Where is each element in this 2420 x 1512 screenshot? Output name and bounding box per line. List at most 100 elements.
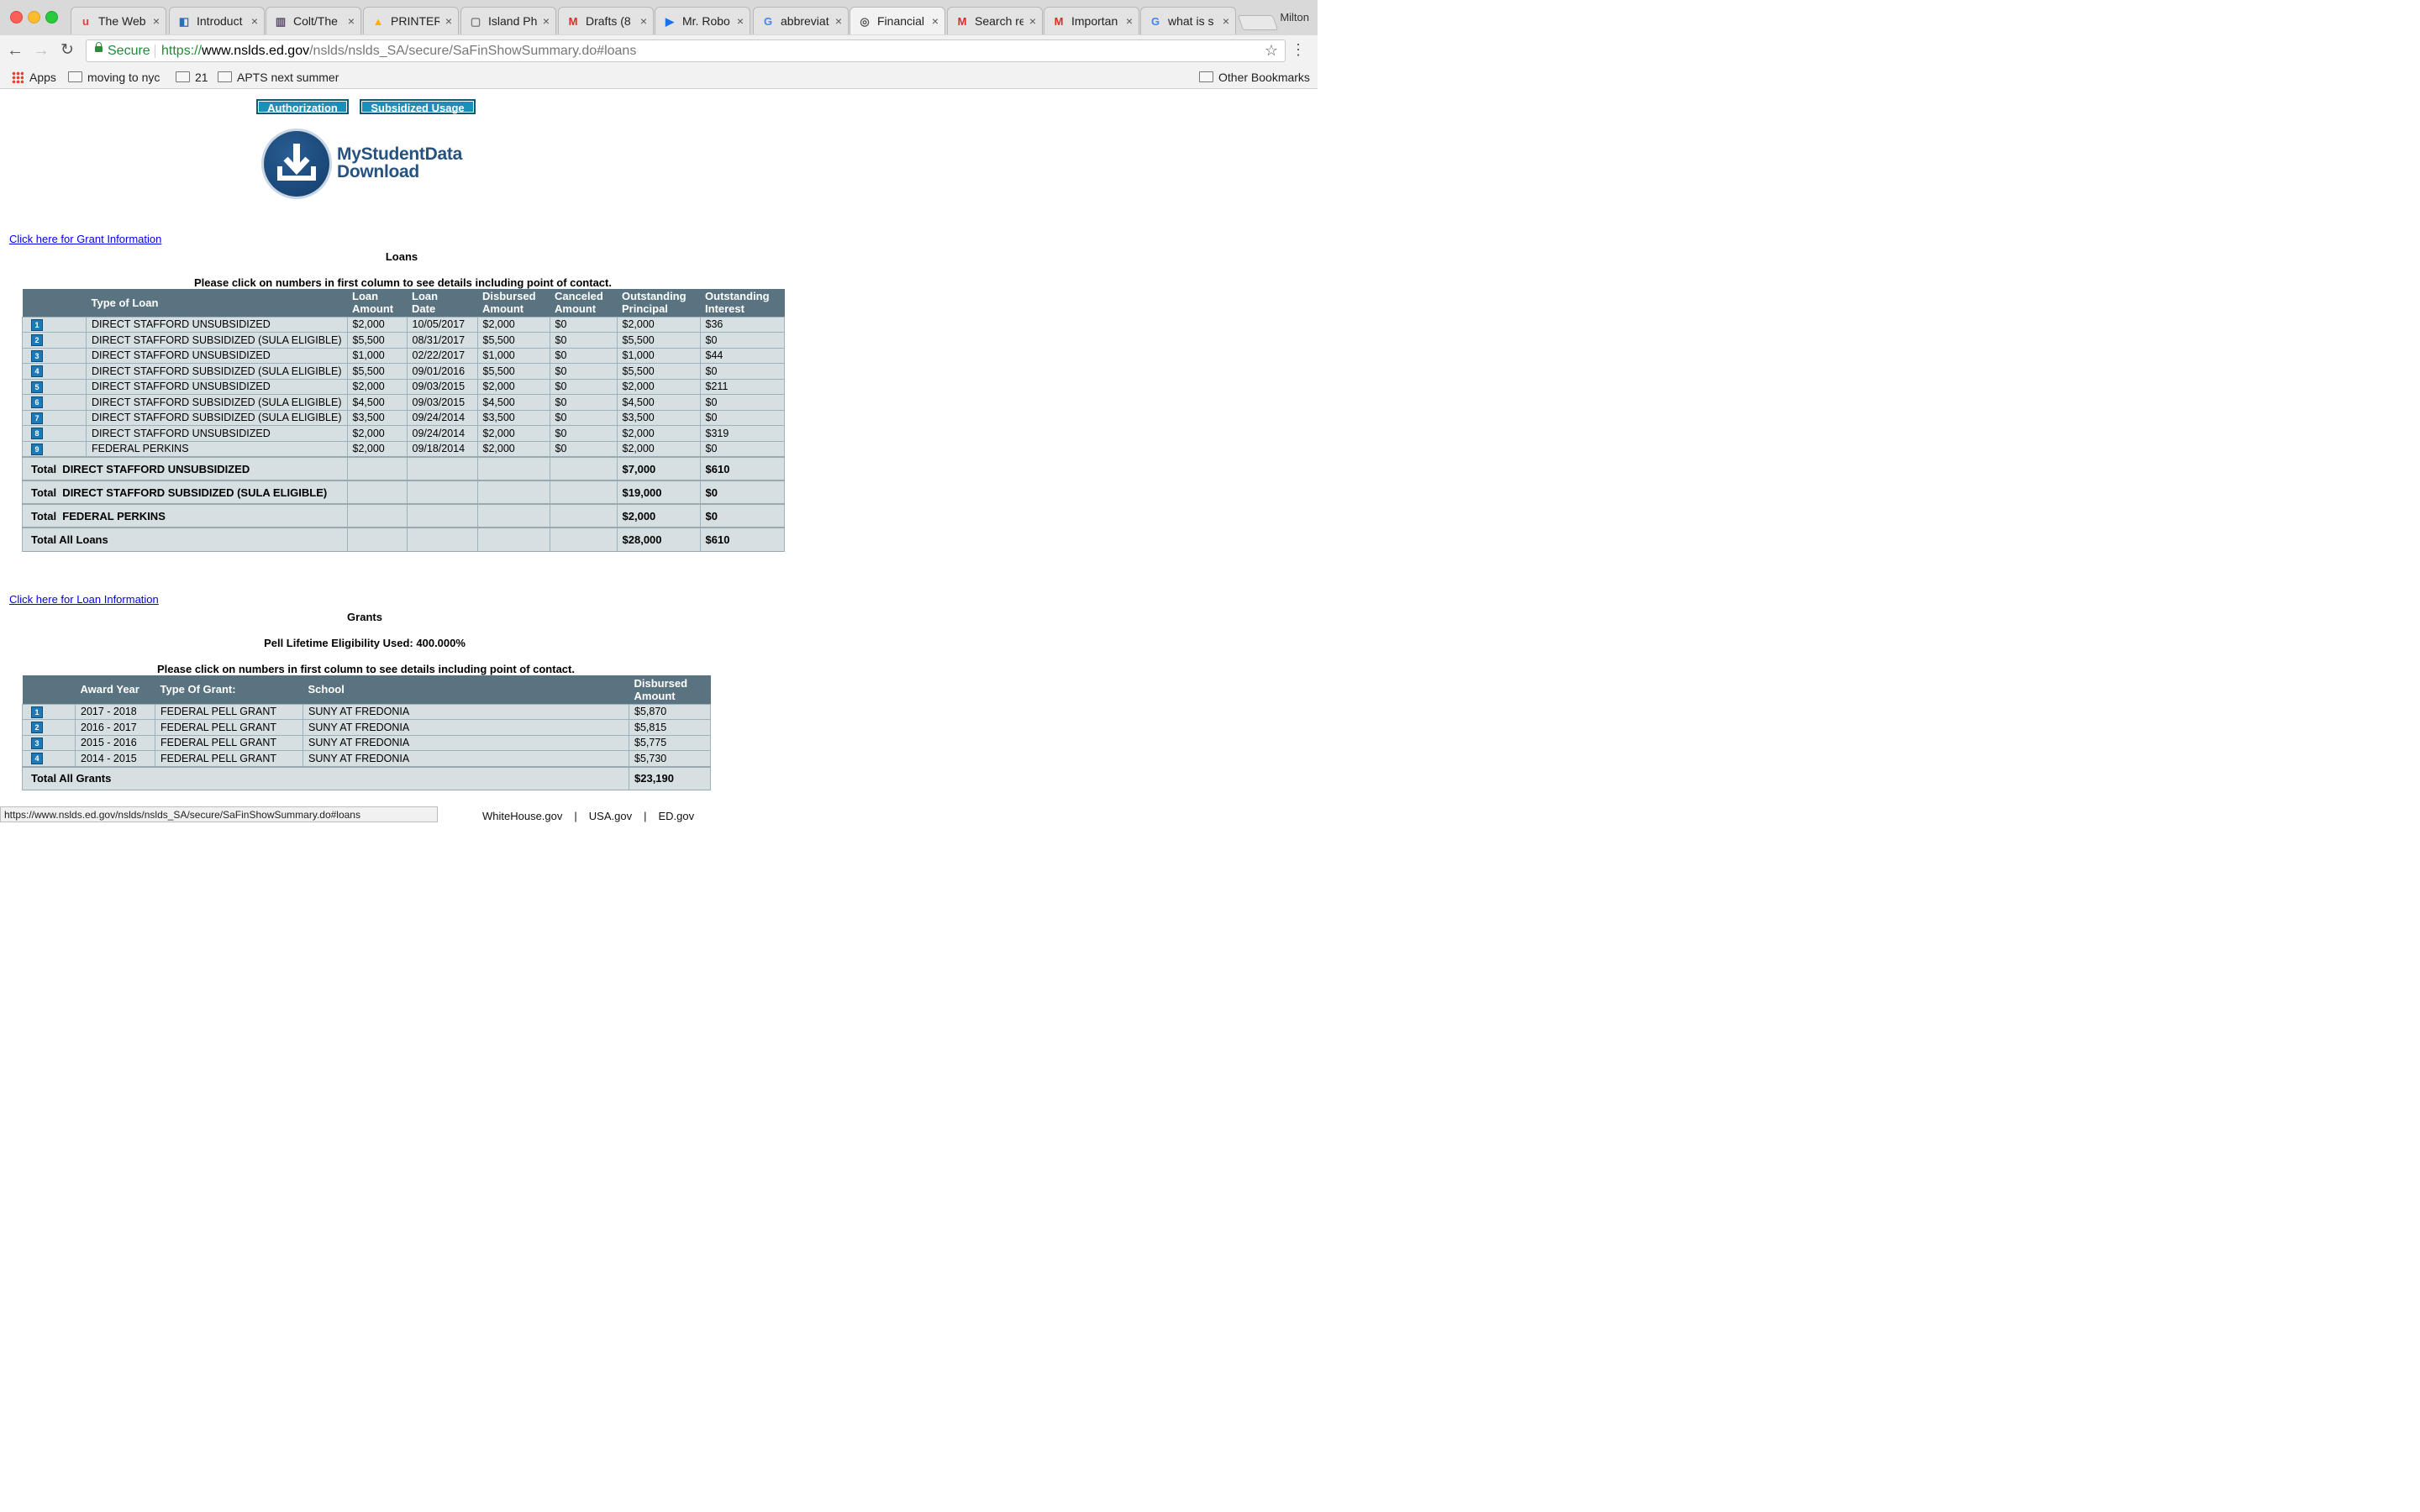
tab-title: Mr. Robo bbox=[682, 14, 730, 28]
total-principal-cell: $2,000 bbox=[616, 503, 701, 528]
browser-tab[interactable]: M Search re × bbox=[947, 7, 1043, 34]
other-bookmarks[interactable]: Other Bookmarks bbox=[1199, 69, 1310, 86]
browser-tab[interactable]: M Importan × bbox=[1044, 7, 1139, 34]
tab-close-icon[interactable]: × bbox=[1223, 8, 1229, 34]
empty-cell bbox=[476, 480, 550, 505]
loan-date-cell: 02/22/2017 bbox=[406, 347, 478, 364]
grant-detail-number-button[interactable]: 3 bbox=[31, 737, 43, 749]
loan-type-cell: DIRECT STAFFORD SUBSIDIZED (SULA ELIGIBL… bbox=[86, 394, 348, 411]
tab-title: Search re bbox=[975, 14, 1023, 28]
tab-close-icon[interactable]: × bbox=[543, 8, 550, 34]
loan-detail-number-button[interactable]: 1 bbox=[31, 318, 43, 331]
browser-tab[interactable]: ▶ Mr. Robo × bbox=[655, 7, 750, 34]
tab-title: The Web bbox=[98, 14, 146, 28]
header-disbursed-amount: Disbursed Amount bbox=[477, 289, 550, 317]
tab-close-icon[interactable]: × bbox=[251, 8, 258, 34]
window-close-button[interactable] bbox=[10, 11, 23, 24]
footer-link-usa[interactable]: USA.gov bbox=[589, 810, 632, 822]
tab-close-icon[interactable]: × bbox=[640, 8, 647, 34]
bookmark-apps[interactable]: Apps bbox=[12, 69, 56, 86]
header-line: Amount bbox=[482, 302, 524, 316]
grant-school-cell: SUNY AT FREDONIA bbox=[302, 750, 629, 767]
loan-type-cell: FEDERAL PERKINS bbox=[86, 440, 348, 458]
loan-disbursed-cell: $2,000 bbox=[476, 425, 550, 442]
grant-detail-number-button[interactable]: 2 bbox=[31, 722, 43, 734]
browser-tab[interactable]: Gwhat is s × bbox=[1140, 7, 1236, 34]
tab-close-icon[interactable]: × bbox=[1029, 8, 1036, 34]
tab-close-icon[interactable]: × bbox=[932, 8, 939, 34]
loan-detail-number-button[interactable]: 3 bbox=[31, 349, 43, 362]
header-line: Date bbox=[412, 302, 436, 316]
window-maximize-button[interactable] bbox=[45, 11, 58, 24]
bookmarks-bar: Apps moving to nyc 21 APTS next summer O… bbox=[0, 66, 1318, 89]
grant-detail-number-button[interactable]: 4 bbox=[31, 753, 43, 765]
loans-table: Type of Loan Loan Amount Loan Date Disburs… bbox=[22, 289, 786, 552]
browser-tab[interactable]: ▢ Island Ph × bbox=[460, 7, 556, 34]
header-type-of-grant: Type Of Grant: bbox=[155, 675, 303, 704]
subsidized-usage-button[interactable]: Subsidized Usage bbox=[360, 99, 476, 114]
bookmark-folder-21[interactable]: 21 bbox=[176, 69, 208, 86]
reload-icon[interactable]: ↻ bbox=[57, 41, 77, 60]
tab-title: Financial bbox=[877, 14, 925, 28]
bookmark-folder-moving-to-nyc[interactable]: moving to nyc bbox=[68, 69, 160, 86]
header-number bbox=[22, 675, 76, 704]
loan-interest-cell: $0 bbox=[699, 440, 786, 458]
folder-icon bbox=[176, 71, 190, 82]
tab-title: Island Ph bbox=[488, 14, 537, 28]
grant-school-cell: SUNY AT FREDONIA bbox=[302, 719, 629, 736]
browser-tab[interactable]: ▲ PRINTER × bbox=[363, 7, 459, 34]
tab-close-icon[interactable]: × bbox=[1126, 8, 1133, 34]
tab-close-icon[interactable]: × bbox=[153, 8, 160, 34]
loan-detail-number-button[interactable]: 2 bbox=[31, 334, 43, 347]
browser-tab[interactable]: M Drafts (8 × bbox=[558, 7, 654, 34]
loan-row: 8 DIRECT STAFFORD UNSUBSIDIZED $2,000 09/24… bbox=[22, 425, 786, 442]
bookmark-star-icon[interactable]: ☆ bbox=[1265, 40, 1278, 61]
header-line: Amount bbox=[352, 302, 394, 316]
bookmark-folder-apts-next-summer[interactable]: APTS next summer bbox=[218, 69, 339, 86]
row-number-cell: 7 bbox=[22, 409, 87, 426]
tab-title: PRINTER bbox=[391, 14, 439, 28]
url-text[interactable]: https://www.nslds.ed.gov/nslds/nslds_SA/… bbox=[161, 40, 636, 61]
footer-link-ed[interactable]: ED.gov bbox=[658, 810, 694, 822]
grant-information-link[interactable]: Click here for Grant Information bbox=[9, 233, 161, 245]
browser-tab[interactable]: ◎ Financial × bbox=[850, 7, 945, 34]
loan-detail-number-button[interactable]: 7 bbox=[31, 412, 43, 424]
loan-detail-number-button[interactable]: 5 bbox=[31, 381, 43, 393]
loan-information-link[interactable]: Click here for Loan Information bbox=[9, 593, 159, 606]
loan-detail-number-button[interactable]: 4 bbox=[31, 365, 43, 378]
new-tab-button[interactable] bbox=[1237, 15, 1279, 30]
loan-principal-cell: $3,500 bbox=[616, 409, 701, 426]
browser-tab[interactable]: u The Web × bbox=[71, 7, 166, 34]
footer-link-whitehouse[interactable]: WhiteHouse.gov bbox=[482, 810, 562, 822]
authorization-button[interactable]: Authorization bbox=[256, 99, 349, 114]
empty-cell bbox=[549, 480, 618, 505]
browser-tab[interactable]: Gabbreviat × bbox=[753, 7, 849, 34]
browser-menu-icon[interactable]: ⋮ bbox=[1291, 41, 1306, 58]
tab-close-icon[interactable]: × bbox=[348, 8, 355, 34]
row-number-cell: 1 bbox=[22, 703, 76, 720]
grant-detail-number-button[interactable]: 1 bbox=[31, 706, 43, 718]
tab-close-icon[interactable]: × bbox=[835, 8, 842, 34]
tab-close-icon[interactable]: × bbox=[737, 8, 744, 34]
loan-detail-number-button[interactable]: 8 bbox=[31, 428, 43, 440]
grant-row: 3 2015 - 2016 FEDERAL PELL GRANT SUNY AT FR… bbox=[22, 734, 711, 751]
forward-icon[interactable]: → bbox=[31, 41, 51, 60]
tab-close-icon[interactable]: × bbox=[445, 8, 452, 34]
drive-icon: ▲ bbox=[372, 15, 384, 28]
back-icon[interactable]: ← bbox=[5, 41, 25, 60]
loan-type-cell: DIRECT STAFFORD UNSUBSIDIZED bbox=[86, 378, 348, 395]
loan-detail-number-button[interactable]: 9 bbox=[31, 443, 43, 455]
loan-disbursed-cell: $1,000 bbox=[476, 347, 550, 364]
address-bar[interactable]: Secure https://www.nslds.ed.gov/nslds/ns… bbox=[86, 39, 1286, 62]
loan-date-cell: 09/03/2015 bbox=[406, 394, 478, 411]
loan-detail-number-button[interactable]: 6 bbox=[31, 396, 43, 409]
google-icon: G bbox=[1150, 15, 1160, 28]
profile-name[interactable]: Milton bbox=[1280, 11, 1309, 24]
header-line: Outstanding bbox=[622, 290, 687, 303]
window-minimize-button[interactable] bbox=[28, 11, 40, 24]
browser-tab[interactable]: ▥ Colt/The × bbox=[266, 7, 361, 34]
browser-tab[interactable]: ◧ Introduct × bbox=[169, 7, 265, 34]
grant-disbursed-cell: $5,815 bbox=[629, 719, 711, 736]
loan-row: 2 DIRECT STAFFORD SUBSIDIZED (SULA ELIGIB… bbox=[22, 332, 786, 349]
header-school: School bbox=[302, 675, 629, 704]
